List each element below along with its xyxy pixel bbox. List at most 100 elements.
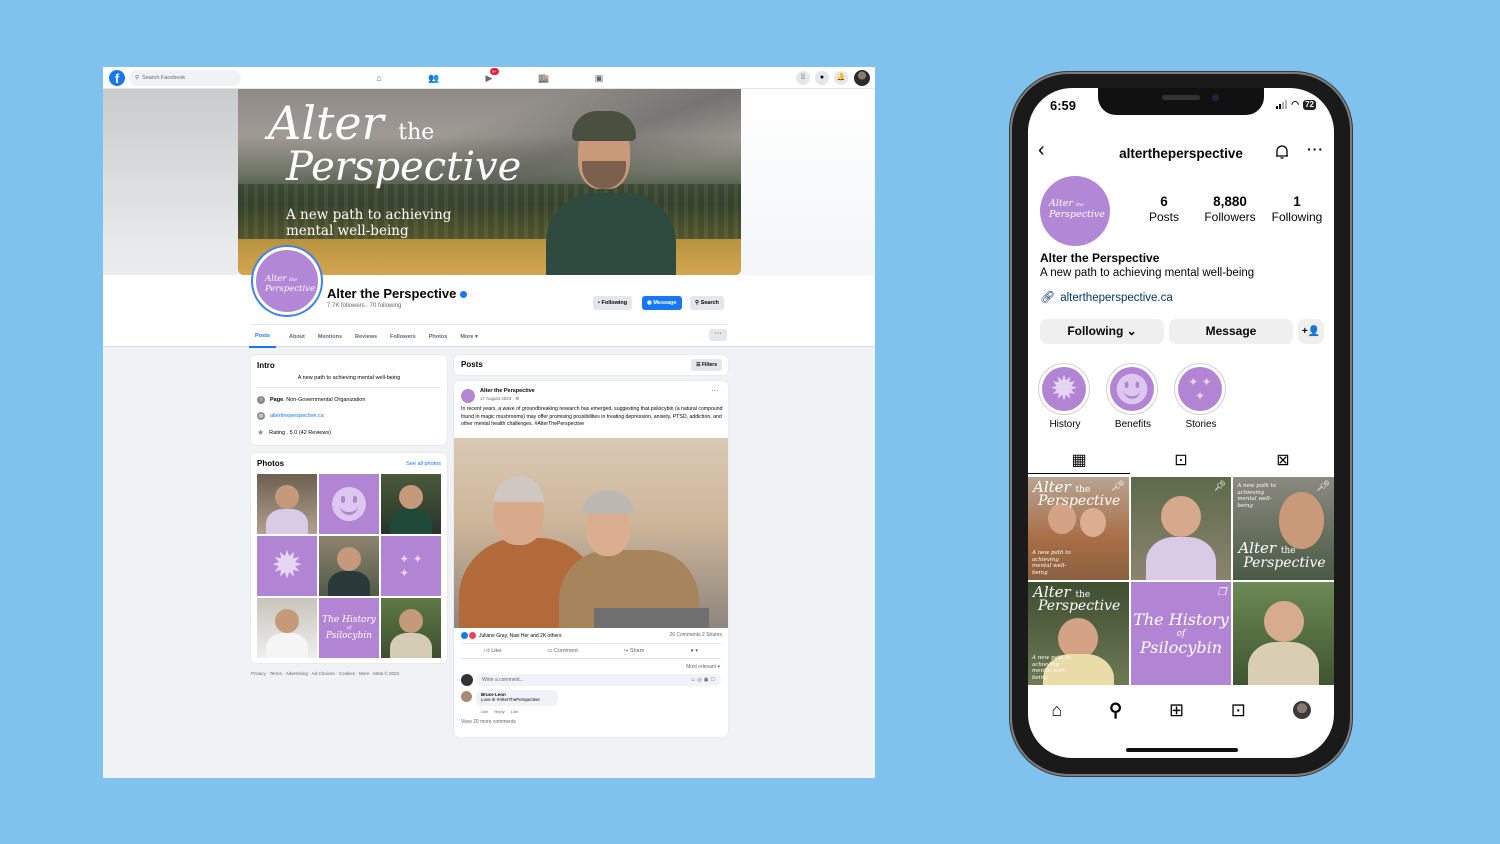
see-all-photos-link[interactable]: See all photos — [406, 461, 441, 467]
facebook-top-bar: f ⚲ Search Facebook ⌂ 👥 ▶ 9+ 🏬 ▣ ⁞⁞ ● 🔔 — [103, 67, 875, 89]
post-options-button[interactable]: ··· — [711, 386, 719, 395]
tab-followers[interactable]: Followers — [390, 326, 416, 347]
post-author-name[interactable]: Alter the Perspective — [480, 388, 535, 394]
photo-thumbnail[interactable]: ✦ ✦ ✦ — [381, 536, 441, 596]
commenter-avatar — [461, 674, 473, 686]
home-indicator[interactable] — [1126, 748, 1238, 752]
photo-thumbnail[interactable]: ✹ — [257, 536, 317, 596]
search-page-button[interactable]: ⚲ Search — [690, 296, 724, 310]
comment-bubble: Bruce Leon Love it! #AlterThePerspective — [476, 690, 558, 706]
photo-thumbnail[interactable] — [257, 598, 317, 658]
posts-header-card: Posts ☰ Filters — [454, 355, 728, 375]
filters-button[interactable]: ☰ Filters — [691, 359, 722, 371]
comment-author-avatar[interactable] — [461, 691, 472, 702]
notifications-icon[interactable]: 🔔 — [834, 71, 848, 85]
share-button[interactable]: ↪ Share — [624, 648, 645, 654]
photo-thumbnail[interactable] — [381, 598, 441, 658]
stat-followers[interactable]: 8,880 Followers — [1200, 194, 1260, 224]
like-button[interactable]: 👍︎ Like — [484, 648, 501, 654]
photo-thumbnail[interactable] — [319, 474, 379, 534]
starburst-icon: ✹ — [271, 545, 303, 587]
grid-post[interactable]: Alter the Perspective 📌︎ A new path to a… — [1028, 477, 1129, 580]
intro-rating: ★ Rating . 5.0 (42 Reviews) — [257, 428, 331, 437]
post-reactions[interactable]: Juliane Gray, Nasi Her and 2K others — [461, 632, 561, 639]
comment-like-button[interactable]: Like — [481, 709, 488, 714]
watch-icon[interactable]: ▶ 9+ — [482, 68, 499, 85]
cover-photo[interactable]: Alter the Perspective A new path to achi… — [238, 89, 741, 275]
facebook-search-input[interactable]: ⚲ Search Facebook — [129, 70, 241, 86]
comment-button[interactable]: ▭ Comment — [547, 648, 578, 654]
page-more-options-button[interactable]: ··· — [709, 329, 727, 341]
tab-photos[interactable]: Photos — [429, 326, 448, 347]
photo-thumbnail[interactable] — [381, 474, 441, 534]
facebook-footer-links[interactable]: Privacy · Terms · Advertising · Ad Choic… — [251, 671, 399, 676]
marketplace-icon[interactable]: 🏬 — [537, 71, 551, 85]
message-button[interactable]: ◉ Message — [642, 296, 682, 310]
tab-more[interactable]: More ▾ — [460, 326, 477, 347]
grid-tab[interactable]: ▦ — [1028, 450, 1130, 474]
create-icon[interactable]: ⊞ — [1169, 700, 1184, 721]
following-dropdown-button[interactable]: Following ⌄ — [1040, 319, 1164, 344]
stat-following[interactable]: 1 Following — [1268, 194, 1326, 224]
page-title: Alter the Perspective — [327, 286, 468, 301]
website-link[interactable]: altertheperspective.ca — [270, 413, 324, 419]
facebook-page-window: f ⚲ Search Facebook ⌂ 👥 ▶ 9+ 🏬 ▣ ⁞⁞ ● 🔔 Al… — [103, 67, 875, 778]
sparkles-icon: ✦ ✦ ✦ — [399, 552, 423, 580]
comment-input[interactable]: Write a comment... ☺◎▣☐ — [476, 674, 721, 686]
stat-posts[interactable]: 6 Posts — [1142, 194, 1186, 224]
comment-input-icons[interactable]: ☺◎▣☐ — [690, 674, 717, 686]
gaming-icon[interactable]: ▣ — [592, 71, 606, 85]
post-timestamp[interactable]: 17 August 2023 · ⚙ — [480, 396, 519, 402]
tab-about[interactable]: About — [289, 326, 305, 347]
more-options-icon[interactable]: ··· — [1307, 141, 1324, 157]
search-icon[interactable]: ⚲ — [1109, 700, 1122, 721]
page-tabs: Posts About Mentions Reviews Followers P… — [249, 324, 727, 348]
tab-mentions[interactable]: Mentions — [318, 326, 342, 347]
comment-reply-button[interactable]: Reply — [494, 709, 504, 714]
comment-sort-dropdown[interactable]: Most relevant ▾ — [686, 664, 720, 670]
grid-post[interactable]: A new path to achieving mental well-bein… — [1233, 477, 1334, 580]
add-user-button[interactable]: +👤 — [1298, 319, 1324, 344]
post-author-avatar[interactable] — [461, 389, 475, 403]
menu-grid-icon[interactable]: ⁞⁞ — [796, 71, 810, 85]
link-icon: 🔗︎ — [1040, 290, 1056, 304]
highlight-history[interactable]: ✹ History — [1038, 363, 1092, 430]
highlight-benefits[interactable]: Benefits — [1106, 363, 1160, 430]
photo-thumbnail[interactable] — [257, 474, 317, 534]
intro-website: ◍ altertheperspective.ca — [257, 412, 441, 420]
profile-picture[interactable]: Alter the Perspective — [1040, 176, 1110, 246]
profile-avatar[interactable] — [1292, 701, 1311, 719]
reels-icon[interactable]: ⊡ — [1231, 700, 1246, 721]
message-button[interactable]: Message — [1169, 319, 1293, 344]
reels-icon: ⊡ — [1174, 452, 1188, 469]
tab-reviews[interactable]: Reviews — [355, 326, 377, 347]
post-as-selector[interactable]: ● ▾ — [690, 648, 698, 654]
home-icon[interactable]: ⌂ — [372, 71, 386, 85]
grid-post[interactable]: Alter the Perspective A new path to achi… — [1028, 582, 1129, 685]
post-image[interactable] — [454, 438, 728, 628]
view-more-comments-link[interactable]: View 20 more comments — [461, 719, 516, 725]
bell-icon[interactable] — [1274, 144, 1290, 160]
highlight-stories[interactable]: ✦ ✦ ✦ Stories — [1174, 363, 1228, 430]
photo-thumbnail[interactable] — [319, 536, 379, 596]
reels-tab[interactable]: ⊡ — [1130, 450, 1232, 474]
tagged-tab[interactable]: ⊠ — [1232, 450, 1334, 474]
photo-thumbnail[interactable]: The History of Psilocybin — [319, 598, 379, 658]
post-comment-share-counts[interactable]: 26 Comments 2 Shares — [669, 632, 722, 638]
phone-notch — [1098, 88, 1264, 115]
messenger-icon[interactable]: ● — [815, 71, 829, 85]
profile-website-link[interactable]: 🔗︎ altertheperspective.ca — [1040, 290, 1173, 304]
grid-post[interactable]: The History of Psilocybin ❐ — [1130, 582, 1232, 685]
grid-post[interactable]: 📌︎ — [1130, 477, 1232, 580]
home-icon[interactable]: ⌂ — [1051, 700, 1062, 721]
tab-posts[interactable]: Posts — [249, 325, 276, 348]
account-avatar[interactable] — [854, 70, 870, 86]
page-profile-picture[interactable]: Alter the Perspective — [253, 247, 321, 315]
facebook-logo-icon[interactable]: f — [109, 70, 125, 86]
posts-title: Posts — [461, 360, 483, 369]
friends-icon[interactable]: 👥 — [427, 71, 441, 85]
following-button[interactable]: ▪ Following — [593, 296, 633, 310]
profile-display-name: Alter the Perspective — [1040, 251, 1160, 265]
grid-icon: ▦ — [1071, 452, 1087, 469]
grid-post[interactable] — [1233, 582, 1334, 685]
